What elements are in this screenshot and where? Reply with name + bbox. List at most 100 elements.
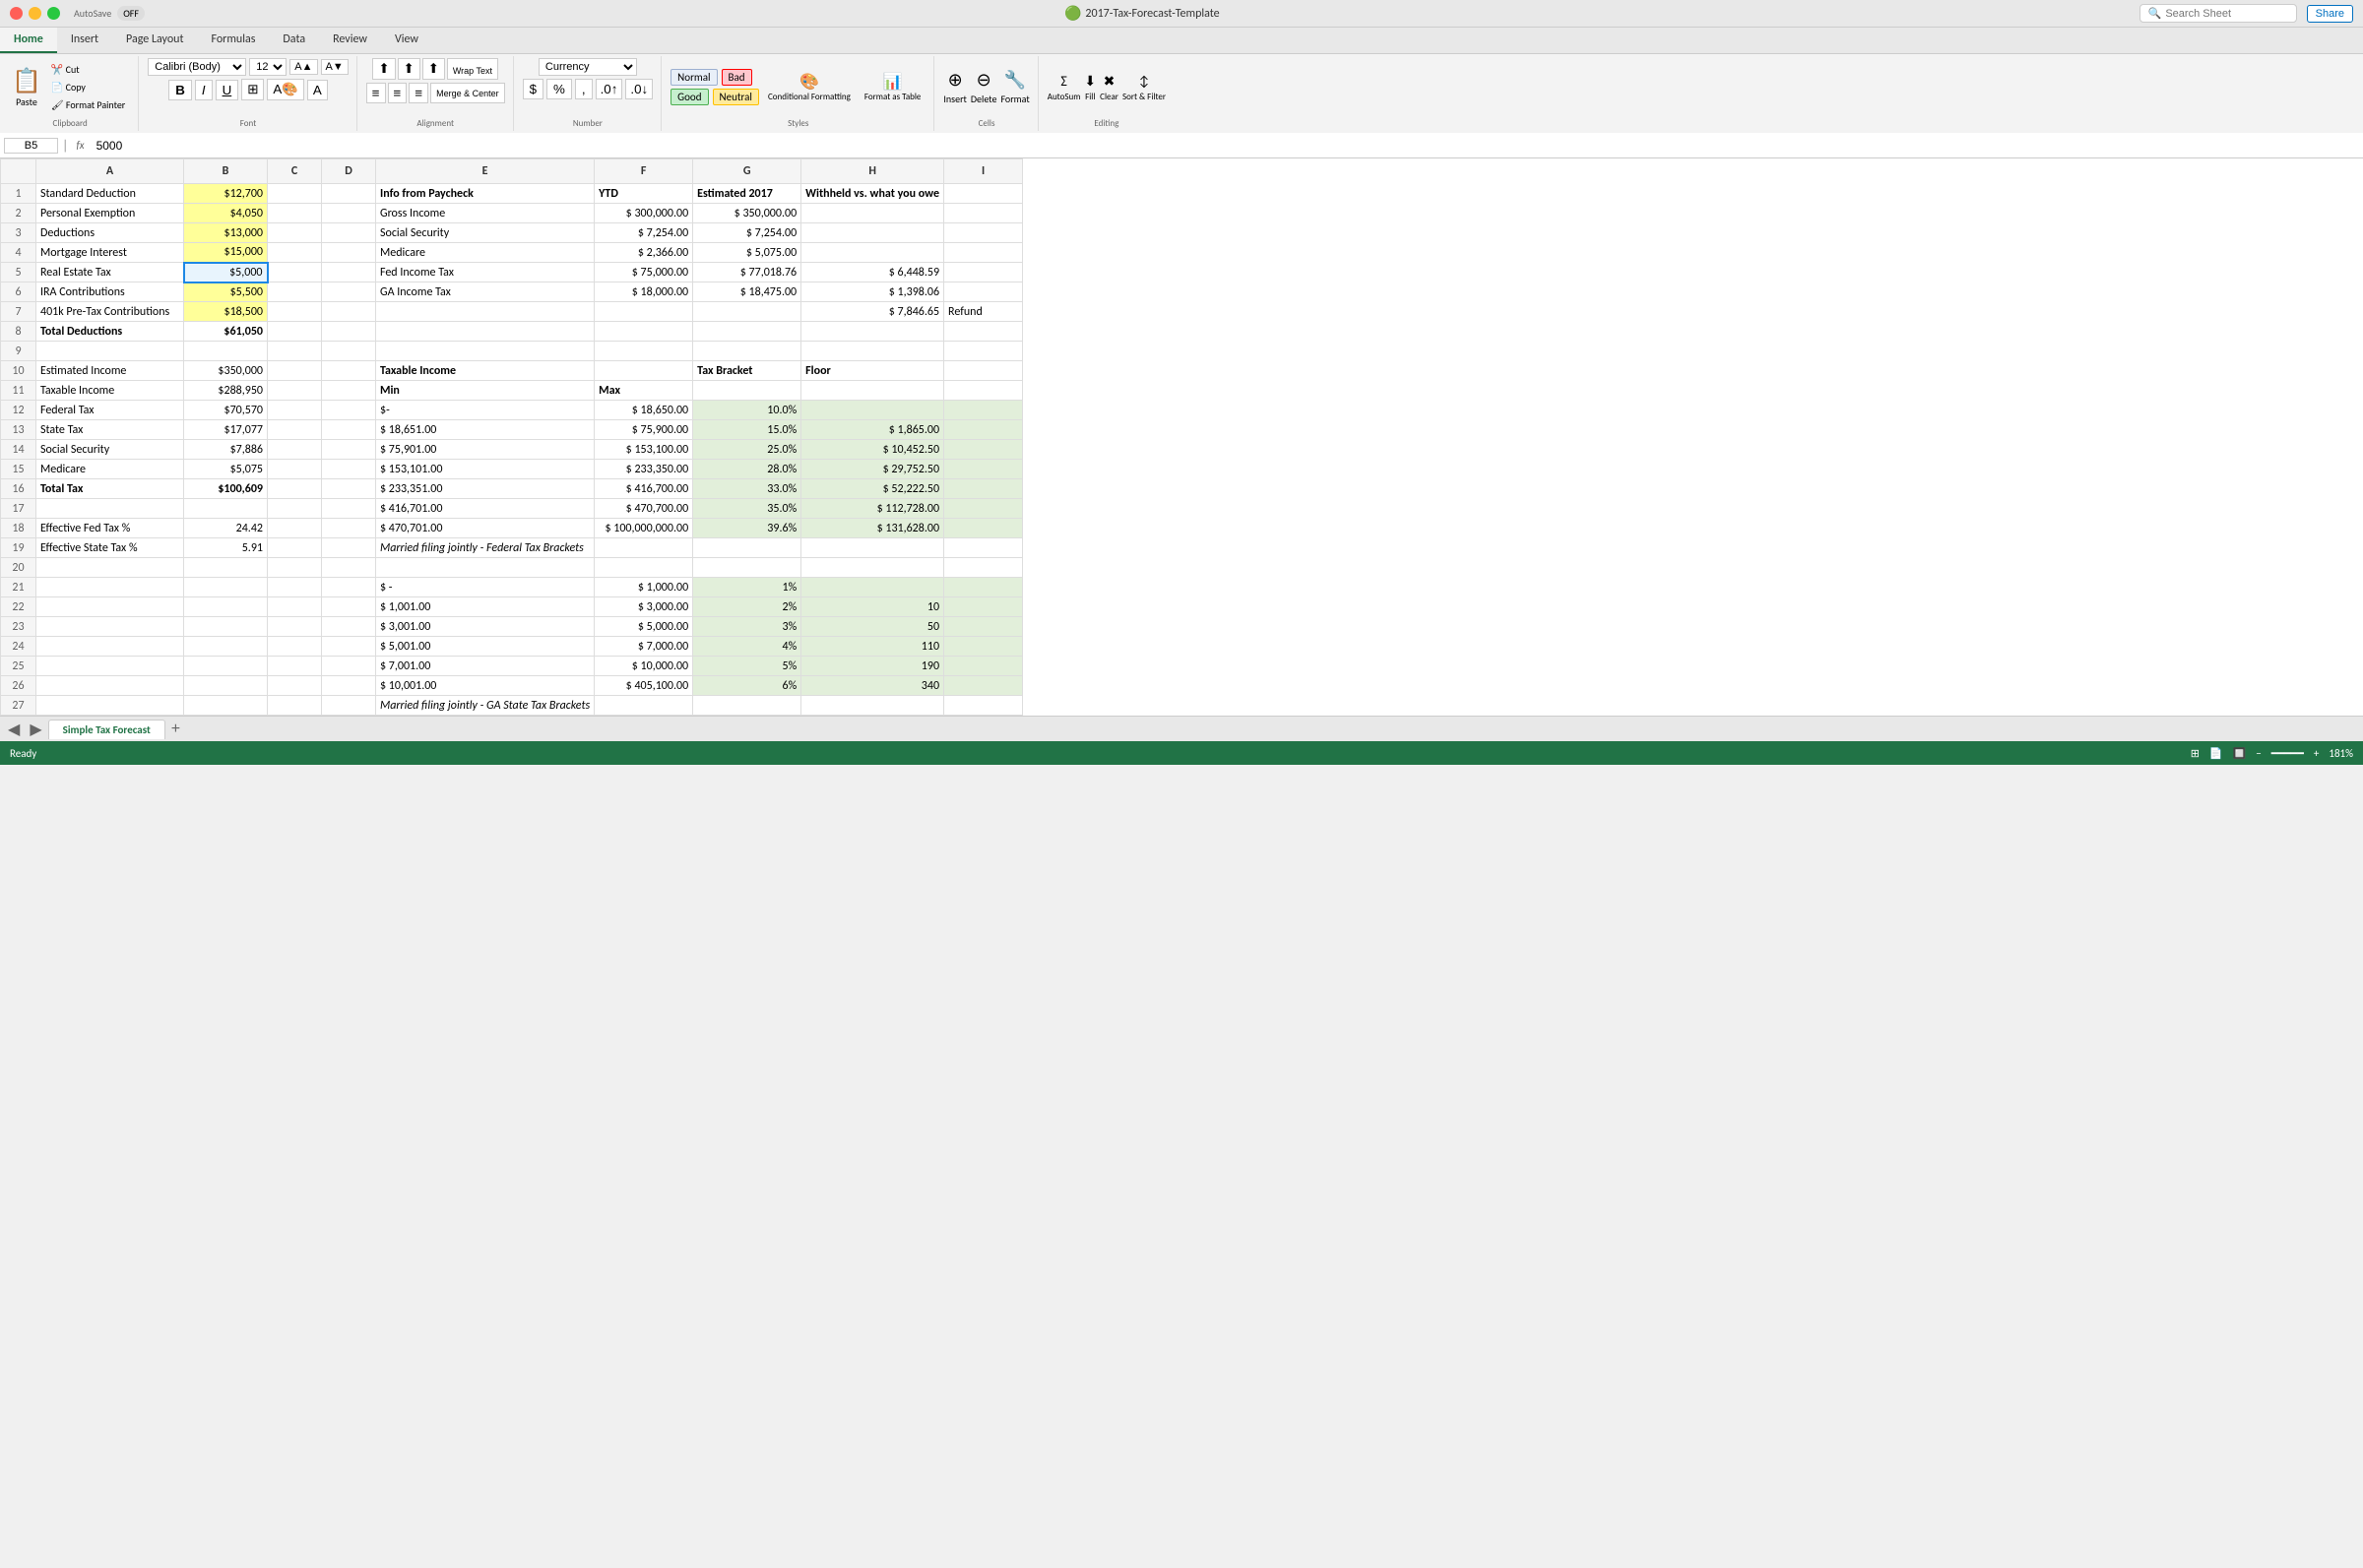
col-header-a[interactable]: A: [36, 159, 184, 184]
cell-d16[interactable]: [322, 479, 376, 499]
cell-g15[interactable]: 28.0%: [693, 460, 801, 479]
cell-i5[interactable]: [944, 263, 1023, 282]
col-header-f[interactable]: F: [595, 159, 693, 184]
zoom-out-button[interactable]: −: [2256, 747, 2261, 760]
cell-b14[interactable]: $7,886: [184, 440, 268, 460]
comma-button[interactable]: ,: [575, 79, 593, 99]
cell-h19[interactable]: [801, 538, 944, 558]
cell-d3[interactable]: [322, 223, 376, 243]
cell-b12[interactable]: $70,570: [184, 401, 268, 420]
col-header-b[interactable]: B: [184, 159, 268, 184]
cell-d6[interactable]: [322, 282, 376, 302]
cell-d15[interactable]: [322, 460, 376, 479]
cell-c12[interactable]: [268, 401, 322, 420]
cell-e16[interactable]: $ 233,351.00: [376, 479, 595, 499]
bad-style[interactable]: Bad: [722, 69, 752, 86]
number-format-select[interactable]: Currency: [539, 58, 637, 76]
tab-page-layout[interactable]: Page Layout: [112, 28, 197, 53]
cell-c2[interactable]: [268, 204, 322, 223]
cell-g3[interactable]: $ 7,254.00: [693, 223, 801, 243]
cell-h3[interactable]: [801, 223, 944, 243]
cell-e22[interactable]: $ 1,001.00: [376, 597, 595, 617]
next-sheet-button[interactable]: ▶: [26, 720, 45, 739]
increase-font-button[interactable]: A▲: [289, 59, 317, 75]
cell-a2[interactable]: Personal Exemption: [36, 204, 184, 223]
zoom-in-button[interactable]: +: [2314, 747, 2319, 760]
cell-h22[interactable]: 10: [801, 597, 944, 617]
cell-h10[interactable]: Floor: [801, 361, 944, 381]
align-top-left-button[interactable]: ⬆: [372, 58, 395, 80]
cell-a7[interactable]: 401k Pre-Tax Contributions: [36, 302, 184, 322]
cell-b16[interactable]: $100,609: [184, 479, 268, 499]
cell-c17[interactable]: [268, 499, 322, 519]
cell-h16[interactable]: $ 52,222.50: [801, 479, 944, 499]
cell-e20[interactable]: [376, 558, 595, 578]
cell-c24[interactable]: [268, 637, 322, 657]
cell-g11[interactable]: [693, 381, 801, 401]
cell-f22[interactable]: $ 3,000.00: [595, 597, 693, 617]
cell-d4[interactable]: [322, 243, 376, 263]
cell-e24[interactable]: $ 5,001.00: [376, 637, 595, 657]
col-header-g[interactable]: G: [693, 159, 801, 184]
cell-g16[interactable]: 33.0%: [693, 479, 801, 499]
cell-b21[interactable]: [184, 578, 268, 597]
cell-c1[interactable]: [268, 184, 322, 204]
cell-g23[interactable]: 3%: [693, 617, 801, 637]
underline-button[interactable]: U: [216, 80, 239, 100]
font-color-button[interactable]: A: [307, 80, 328, 100]
cell-g24[interactable]: 4%: [693, 637, 801, 657]
cell-f5[interactable]: $ 75,000.00: [595, 263, 693, 282]
cell-a11[interactable]: Taxable Income: [36, 381, 184, 401]
page-layout-icon[interactable]: 📄: [2209, 747, 2223, 760]
cell-h23[interactable]: 50: [801, 617, 944, 637]
cell-d12[interactable]: [322, 401, 376, 420]
cell-f23[interactable]: $ 5,000.00: [595, 617, 693, 637]
cell-i20[interactable]: [944, 558, 1023, 578]
cell-b5[interactable]: $5,000: [184, 263, 268, 282]
merge-center-button[interactable]: Merge & Center: [430, 83, 505, 103]
cell-b26[interactable]: [184, 676, 268, 696]
cell-f27[interactable]: [595, 696, 693, 716]
cell-d9[interactable]: [322, 342, 376, 361]
cell-i19[interactable]: [944, 538, 1023, 558]
border-button[interactable]: ⊞: [241, 79, 264, 100]
cell-d7[interactable]: [322, 302, 376, 322]
cell-d24[interactable]: [322, 637, 376, 657]
cell-f14[interactable]: $ 153,100.00: [595, 440, 693, 460]
conditional-formatting-button[interactable]: 🎨 Conditional Formatting: [763, 69, 856, 105]
cell-g1[interactable]: Estimated 2017: [693, 184, 801, 204]
cell-c5[interactable]: [268, 263, 322, 282]
cell-f7[interactable]: [595, 302, 693, 322]
cell-d26[interactable]: [322, 676, 376, 696]
tab-view[interactable]: View: [381, 28, 432, 53]
cell-f19[interactable]: [595, 538, 693, 558]
cell-e25[interactable]: $ 7,001.00: [376, 657, 595, 676]
cell-a27[interactable]: [36, 696, 184, 716]
align-top-center-button[interactable]: ⬆: [398, 58, 420, 80]
cell-c22[interactable]: [268, 597, 322, 617]
cell-i1[interactable]: [944, 184, 1023, 204]
col-header-d[interactable]: D: [322, 159, 376, 184]
cell-h17[interactable]: $ 112,728.00: [801, 499, 944, 519]
page-break-icon[interactable]: 🔲: [2233, 747, 2247, 760]
cell-d23[interactable]: [322, 617, 376, 637]
cell-a18[interactable]: Effective Fed Tax %: [36, 519, 184, 538]
cell-i4[interactable]: [944, 243, 1023, 263]
cell-f20[interactable]: [595, 558, 693, 578]
bold-button[interactable]: B: [168, 80, 192, 100]
cell-b20[interactable]: [184, 558, 268, 578]
cell-b13[interactable]: $17,077: [184, 420, 268, 440]
cell-g7[interactable]: [693, 302, 801, 322]
cell-g17[interactable]: 35.0%: [693, 499, 801, 519]
cell-h20[interactable]: [801, 558, 944, 578]
cell-d22[interactable]: [322, 597, 376, 617]
cell-h11[interactable]: [801, 381, 944, 401]
cell-f12[interactable]: $ 18,650.00: [595, 401, 693, 420]
cell-h12[interactable]: [801, 401, 944, 420]
cell-i15[interactable]: [944, 460, 1023, 479]
cell-c8[interactable]: [268, 322, 322, 342]
align-right-button[interactable]: ≡: [409, 83, 428, 103]
cell-a21[interactable]: [36, 578, 184, 597]
cell-f11[interactable]: Max: [595, 381, 693, 401]
cell-c26[interactable]: [268, 676, 322, 696]
